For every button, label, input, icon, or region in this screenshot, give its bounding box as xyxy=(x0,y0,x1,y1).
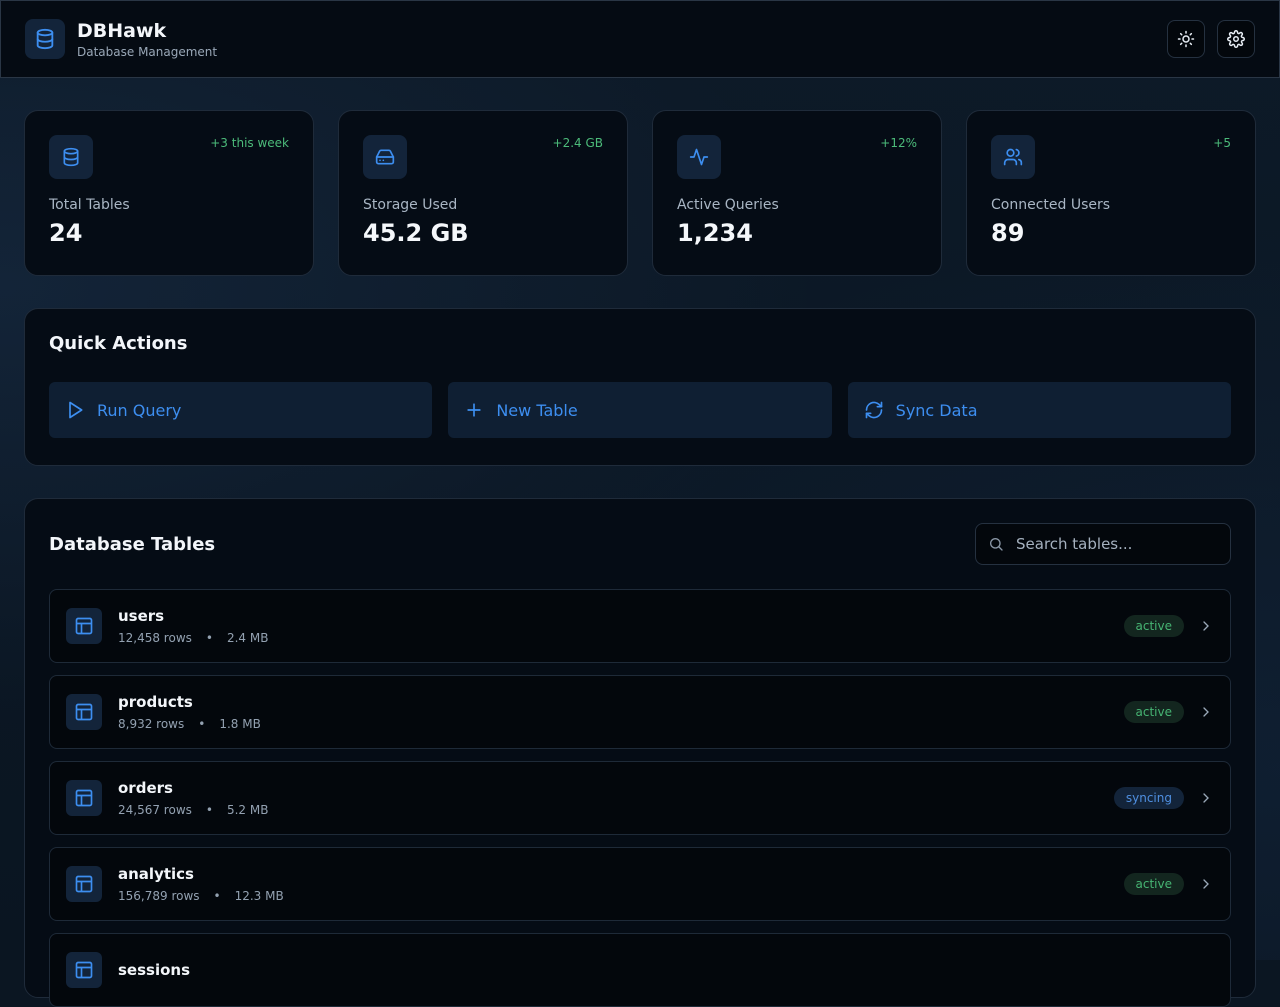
quick-actions-panel: Quick Actions Run Query New Table Sync D… xyxy=(24,308,1256,466)
chevron-right-icon xyxy=(1203,793,1209,803)
stat-card-total-tables: +3 this week Total Tables 24 xyxy=(24,110,314,276)
table-icon xyxy=(66,952,102,988)
app-subtitle: Database Management xyxy=(77,45,218,59)
table-row[interactable]: analytics 156,789 rows • 12.3 MB active xyxy=(49,847,1231,921)
table-size: 2.4 MB xyxy=(226,631,269,645)
stat-value: 45.2 GB xyxy=(363,219,469,247)
table-row-count: 156,789 rows xyxy=(118,889,200,903)
plus-icon xyxy=(467,403,481,417)
table-row[interactable]: users 12,458 rows • 2.4 MB active xyxy=(49,589,1231,663)
table-list: users 12,458 rows • 2.4 MB active produc… xyxy=(49,589,1231,1007)
table-icon xyxy=(66,866,102,902)
table-name: products xyxy=(118,693,193,711)
theme-toggle-button[interactable] xyxy=(1167,20,1205,58)
stat-value: 1,234 xyxy=(677,219,753,247)
search-icon xyxy=(990,538,1003,551)
app-title: DBHawk xyxy=(77,20,167,42)
meta-separator: • xyxy=(205,803,213,817)
search-input[interactable] xyxy=(1016,535,1216,553)
chevron-right-icon xyxy=(1203,707,1209,717)
chevron-right-icon xyxy=(1203,621,1209,631)
stat-card-storage-used: +2.4 GB Storage Used 45.2 GB xyxy=(338,110,628,276)
table-row-count: 8,932 rows xyxy=(118,717,185,731)
table-icon xyxy=(66,694,102,730)
sync-data-button[interactable]: Sync Data xyxy=(847,382,1231,438)
activity-icon xyxy=(677,135,721,179)
table-row[interactable]: orders 24,567 rows • 5.2 MB syncing xyxy=(49,761,1231,835)
stat-value: 24 xyxy=(49,219,83,247)
sun-icon xyxy=(1177,30,1195,48)
table-icon xyxy=(66,608,102,644)
meta-separator: • xyxy=(198,717,206,731)
status-badge: active xyxy=(1123,615,1184,637)
app-header: DBHawk Database Management xyxy=(0,0,1280,78)
table-size: 5.2 MB xyxy=(226,803,269,817)
refresh-icon xyxy=(865,401,882,419)
stat-value: 89 xyxy=(991,219,1025,247)
table-row-count: 24,567 rows xyxy=(118,803,192,817)
stat-change: +2.4 GB xyxy=(552,136,603,150)
run-query-label: Run Query xyxy=(97,400,182,420)
meta-separator: • xyxy=(213,889,221,903)
stat-label: Active Queries xyxy=(677,197,779,213)
stat-label: Storage Used xyxy=(363,197,458,213)
status-badge: active xyxy=(1123,873,1184,895)
search-box xyxy=(975,523,1231,565)
database-icon xyxy=(25,19,65,59)
table-row[interactable]: products 8,932 rows • 1.8 MB active xyxy=(49,675,1231,749)
stat-label: Connected Users xyxy=(991,197,1111,213)
stats-row: +3 this week Total Tables 24 +2.4 GB Sto… xyxy=(24,110,1256,276)
table-icon xyxy=(66,780,102,816)
stat-change: +3 this week xyxy=(210,136,289,150)
stat-change: +5 xyxy=(1213,136,1231,150)
new-table-button[interactable]: New Table xyxy=(448,382,832,438)
stat-card-connected-users: +5 Connected Users 89 xyxy=(966,110,1256,276)
run-query-button[interactable]: Run Query xyxy=(49,382,433,438)
hard-drive-icon xyxy=(363,135,407,179)
table-name: users xyxy=(118,607,165,625)
meta-separator: • xyxy=(205,631,213,645)
users-icon xyxy=(991,135,1035,179)
play-icon xyxy=(69,401,83,419)
new-table-label: New Table xyxy=(496,400,578,420)
chevron-right-icon xyxy=(1203,879,1209,889)
database-tables-panel: Database Tables users 12,458 rows • 2.4 … xyxy=(24,498,1256,1007)
table-size: 1.8 MB xyxy=(219,717,261,731)
table-size: 12.3 MB xyxy=(234,889,284,903)
table-name: analytics xyxy=(118,865,194,883)
quick-actions-title: Quick Actions xyxy=(49,333,188,354)
status-badge: syncing xyxy=(1113,787,1184,809)
table-row[interactable]: sessions xyxy=(49,933,1231,1007)
sync-data-label: Sync Data xyxy=(895,400,978,420)
status-badge: active xyxy=(1123,701,1184,723)
table-name: orders xyxy=(118,779,173,797)
stat-card-active-queries: +12% Active Queries 1,234 xyxy=(652,110,942,276)
database-icon xyxy=(49,135,93,179)
gear-icon xyxy=(1227,30,1245,48)
stat-label: Total Tables xyxy=(49,197,130,213)
table-row-count: 12,458 rows xyxy=(118,631,192,645)
table-name: sessions xyxy=(118,961,191,979)
stat-change: +12% xyxy=(880,136,917,150)
database-tables-title: Database Tables xyxy=(49,533,216,555)
settings-button[interactable] xyxy=(1217,20,1255,58)
